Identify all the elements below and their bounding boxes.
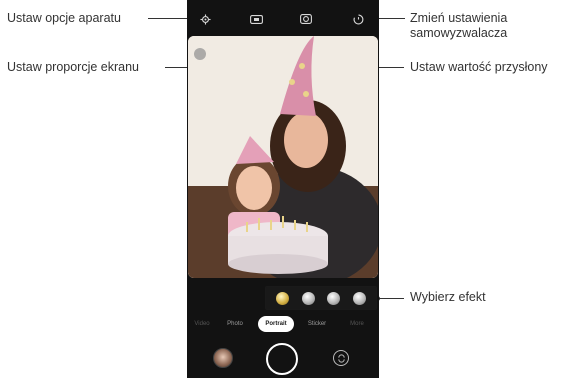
callout-aspect-ratio: Ustaw proporcje ekranu (7, 60, 140, 74)
callout-effect: Wybierz efekt (410, 290, 486, 304)
camera-screen: Video Photo Portrait Sticker More (187, 0, 379, 378)
shutter-button[interactable] (266, 343, 298, 375)
leader-settings (148, 18, 192, 19)
timer-icon[interactable] (351, 12, 365, 26)
gallery-thumbnail[interactable] (213, 348, 233, 368)
mode-more[interactable]: More (344, 316, 370, 332)
camera-preview[interactable] (188, 36, 378, 278)
callout-aperture: Ustaw wartość przysłony (410, 60, 548, 74)
aperture-icon[interactable] (299, 12, 313, 26)
effect-icon[interactable] (352, 291, 366, 305)
mode-portrait[interactable]: Portrait (258, 316, 294, 332)
switch-camera-icon[interactable] (333, 350, 349, 366)
camera-top-bar (187, 0, 379, 36)
effect-icon[interactable] (327, 291, 341, 305)
mode-sticker[interactable]: Sticker (303, 316, 331, 332)
mode-video[interactable]: Video (191, 316, 213, 332)
effects-strip (265, 286, 377, 310)
mode-selector: Video Photo Portrait Sticker More (187, 316, 379, 332)
effect-icon[interactable] (276, 291, 290, 305)
aspect-ratio-icon[interactable] (249, 12, 263, 26)
callout-timer-line2: samowyzwalacza (410, 26, 508, 40)
effect-icon[interactable] (301, 291, 315, 305)
gear-icon[interactable] (198, 12, 212, 26)
callout-settings: Ustaw opcje aparatu (7, 11, 121, 25)
callout-timer-line1: Zmień ustawienia (410, 11, 508, 25)
mode-photo[interactable]: Photo (223, 316, 247, 332)
leader-effect (377, 298, 404, 299)
